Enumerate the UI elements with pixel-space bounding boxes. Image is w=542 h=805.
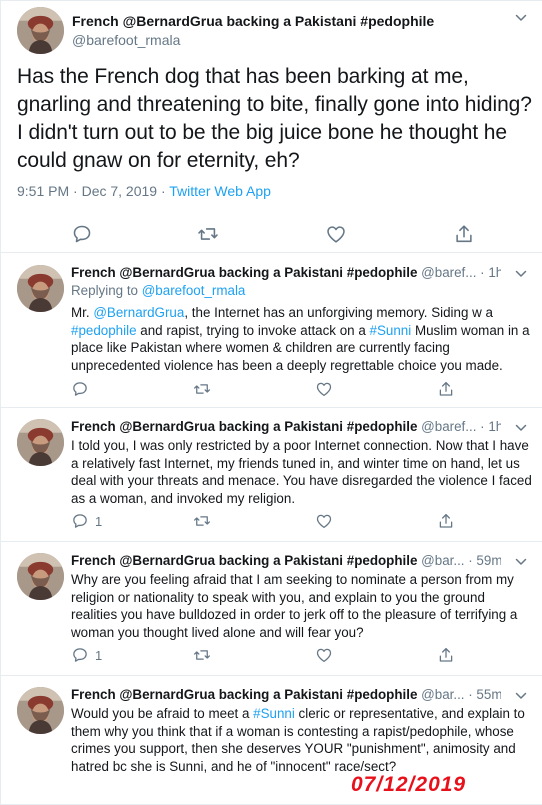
tweet-header: French @BernardGrua backing a Pakistani …	[71, 419, 501, 434]
reply-icon	[71, 646, 89, 664]
tweet-header: French @BernardGrua backing a Pakistani …	[71, 265, 501, 280]
tweet-actions	[71, 380, 471, 400]
like-icon	[315, 380, 333, 398]
share-button[interactable]	[437, 646, 455, 664]
chevron-down-icon[interactable]	[515, 423, 527, 433]
tweet-header: French @BernardGrua backing a Pakistani …	[71, 687, 501, 702]
tweet-actions: 1	[71, 646, 471, 666]
tweet-actions	[1, 223, 542, 247]
share-icon	[437, 512, 455, 530]
reply-button[interactable]	[71, 380, 95, 398]
display-name[interactable]: French @BernardGrua backing a Pakistani …	[71, 419, 417, 434]
like-icon	[315, 512, 333, 530]
hashtag-link[interactable]: #pedophile	[71, 323, 137, 338]
tweet-header: French @BernardGrua backing a Pakistani …	[71, 553, 501, 568]
reply-icon	[71, 380, 89, 398]
display-name[interactable]: French @BernardGrua backing a Pakistani …	[71, 687, 417, 702]
time-date[interactable]: 9:51 PM · Dec 7, 2019 ·	[17, 183, 169, 199]
retweet-button[interactable]	[193, 646, 211, 664]
display-name[interactable]: French @BernardGrua backing a Pakistani …	[72, 13, 434, 29]
avatar[interactable]	[17, 687, 64, 734]
text-part: , the Internet has an unforgiving memory…	[184, 305, 493, 320]
share-icon	[437, 380, 455, 398]
main-tweet[interactable]: French @BernardGrua backing a Pakistani …	[1, 1, 542, 253]
handle-time[interactable]: @bar... · 55m	[417, 687, 501, 702]
replying-label: Replying to	[71, 283, 142, 298]
reply-tweet[interactable]: French @BernardGrua backing a Pakistani …	[1, 409, 542, 542]
display-name[interactable]: French @BernardGrua backing a Pakistani …	[71, 265, 417, 280]
reply-count: 1	[95, 647, 103, 663]
tweet-text: Would you be afraid to meet a #Sunni cle…	[71, 705, 533, 775]
chevron-down-icon[interactable]	[515, 557, 527, 567]
text-part: Would you be afraid to meet a	[71, 706, 254, 721]
retweet-icon	[193, 380, 211, 398]
like-button[interactable]	[315, 512, 333, 530]
handle-time[interactable]: @bar... · 59m	[417, 553, 501, 568]
tweet-text: Why are you feeling afraid that I am see…	[71, 572, 518, 640]
like-icon	[315, 646, 333, 664]
share-icon	[437, 646, 455, 664]
text-part: and rapist, trying to invoke attack on a	[136, 322, 370, 338]
reply-button[interactable]	[71, 223, 93, 245]
reply-icon	[71, 512, 89, 530]
avatar[interactable]	[17, 7, 64, 54]
avatar[interactable]	[17, 265, 64, 312]
mention-link[interactable]: @BernardGrua	[93, 305, 184, 320]
retweet-icon	[193, 512, 211, 530]
retweet-button[interactable]	[193, 380, 211, 398]
replying-to-link[interactable]: @barefoot_rmala	[142, 283, 246, 298]
reply-tweet[interactable]: French @BernardGrua backing a Pakistani …	[1, 543, 542, 676]
like-button[interactable]	[315, 380, 333, 398]
reply-count: 1	[95, 513, 103, 529]
avatar[interactable]	[17, 553, 64, 600]
like-button[interactable]	[325, 223, 347, 245]
chevron-down-icon[interactable]	[515, 691, 527, 701]
retweet-button[interactable]	[193, 512, 211, 530]
tweet-text: I told you, I was only restricted by a p…	[71, 438, 532, 506]
user-handle[interactable]: @barefoot_rmala	[72, 32, 180, 48]
reply-icon	[71, 223, 93, 245]
tweet-actions: 1	[71, 512, 471, 532]
hashtag-link[interactable]: #Sunni	[253, 706, 295, 721]
display-name[interactable]: French @BernardGrua backing a Pakistani …	[71, 553, 417, 568]
date-stamp: 07/12/2019	[351, 773, 467, 796]
share-icon	[453, 223, 475, 245]
chevron-down-icon[interactable]	[515, 13, 527, 23]
share-button[interactable]	[437, 512, 455, 530]
like-icon	[325, 223, 347, 245]
tweet-source-link[interactable]: Twitter Web App	[169, 183, 271, 199]
avatar[interactable]	[17, 419, 64, 466]
like-button[interactable]	[315, 646, 333, 664]
share-button[interactable]	[453, 223, 475, 245]
chevron-down-icon[interactable]	[515, 269, 527, 279]
retweet-button[interactable]	[197, 223, 219, 245]
tweet-timestamp: 9:51 PM · Dec 7, 2019 · Twitter Web App	[17, 183, 271, 199]
tweet-text: Has the French dog that has been barking…	[17, 65, 532, 172]
reply-button[interactable]: 1	[71, 646, 102, 664]
replying-to: Replying to @barefoot_rmala	[71, 283, 245, 298]
share-button[interactable]	[437, 380, 455, 398]
text-part: Mr.	[71, 305, 94, 320]
reply-tweet[interactable]: French @BernardGrua backing a Pakistani …	[1, 255, 542, 408]
reply-button[interactable]: 1	[71, 512, 102, 530]
retweet-icon	[197, 223, 219, 245]
timeline-frame: French @BernardGrua backing a Pakistani …	[0, 0, 542, 805]
retweet-icon	[193, 646, 211, 664]
hashtag-link[interactable]: #Sunni	[370, 323, 412, 338]
handle-time[interactable]: @baref... · 1h	[417, 265, 501, 280]
handle-time[interactable]: @baref... · 1h	[417, 419, 501, 434]
tweet-text: Mr. @BernardGrua, the Internet has an un…	[71, 304, 533, 374]
